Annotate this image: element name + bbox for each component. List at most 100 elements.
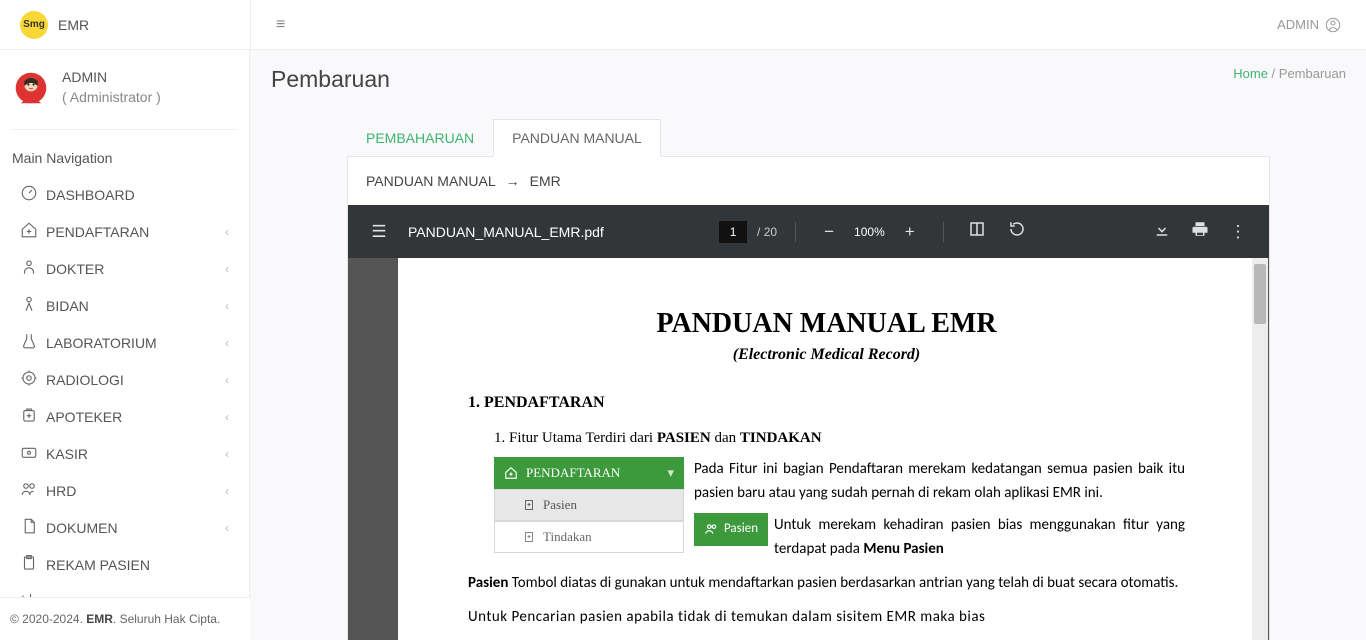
sidebar-user-name: ADMIN — [62, 68, 161, 88]
pdf-zoom-level: 100% — [854, 225, 885, 239]
nav-label: KASIR — [46, 446, 225, 462]
zoom-in-icon[interactable]: + — [895, 222, 925, 242]
sidebar-item-radiologi[interactable]: RADIOLOGI‹ — [0, 361, 249, 398]
panel-header: PANDUAN MANUAL → EMR — [348, 157, 1269, 205]
sidebar-item-laboratorium[interactable]: LABORATORIUM‹ — [0, 324, 249, 361]
fit-page-icon[interactable] — [962, 220, 992, 243]
sidebar-item-kasir[interactable]: KASIR‹ — [0, 435, 249, 472]
nav-label: APOTEKER — [46, 409, 225, 425]
patient-record-icon — [20, 554, 46, 575]
footer: © 2020-2024. EMR. Seluruh Hak Cipta. — [0, 597, 250, 640]
pdf-menu-icon[interactable]: ☰ — [364, 222, 394, 242]
scrollbar[interactable] — [1252, 258, 1268, 640]
hrd-icon — [20, 480, 46, 501]
panel-header-1: PANDUAN MANUAL — [366, 173, 496, 189]
chevron-left-icon: ‹ — [225, 336, 229, 350]
fig-pasien-button: Pasien — [694, 513, 768, 546]
doc-paragraph-1: Pada Fitur ini bagian Pendaftaran mereka… — [694, 457, 1185, 561]
tab-panduan-manual[interactable]: PANDUAN MANUAL — [493, 119, 661, 157]
tab-pembaharuan[interactable]: PEMBAHARUAN — [347, 119, 493, 157]
nav-section-title: Main Navigation — [0, 134, 249, 176]
print-icon[interactable] — [1185, 220, 1215, 243]
avatar — [14, 71, 48, 105]
topbar: Smg EMR ≡ ADMIN — [0, 0, 1366, 50]
sidebar-item-dashboard[interactable]: DASHBOARD — [0, 176, 249, 213]
nav-label: LABORATORIUM — [46, 335, 225, 351]
cashier-icon — [20, 443, 46, 464]
chevron-left-icon: ‹ — [225, 262, 229, 276]
sidebar-item-rekam-pasien[interactable]: REKAM PASIEN — [0, 546, 249, 583]
user-menu-label: ADMIN — [1277, 17, 1319, 32]
chevron-left-icon: ‹ — [225, 410, 229, 424]
doctor-icon — [20, 258, 46, 279]
sidebar-item-apoteker[interactable]: APOTEKER‹ — [0, 398, 249, 435]
nav-label: DOKUMEN — [46, 520, 225, 536]
nav-label: HRD — [46, 483, 225, 499]
user-menu[interactable]: ADMIN — [1277, 17, 1341, 33]
breadcrumb-current: Pembaruan — [1279, 66, 1346, 81]
nav-label: RADIOLOGI — [46, 372, 225, 388]
breadcrumb-sep: / — [1268, 66, 1279, 81]
sidebar-item-hrd[interactable]: HRD‹ — [0, 472, 249, 509]
topbar-left: Smg EMR — [0, 11, 250, 39]
footer-text-post: . Seluruh Hak Cipta. — [113, 612, 220, 626]
divider — [943, 222, 944, 242]
pdf-viewport[interactable]: PANDUAN MANUAL EMR (Electronic Medical R… — [348, 258, 1269, 640]
breadcrumb: Home / Pembaruan — [1233, 66, 1346, 81]
more-icon[interactable]: ⋮ — [1223, 222, 1253, 242]
document-icon — [20, 517, 46, 538]
sidebar-item-dokter[interactable]: DOKTER‹ — [0, 250, 249, 287]
sidebar-user-block: ADMIN ( Administrator ) — [0, 50, 249, 125]
chevron-left-icon: ‹ — [225, 299, 229, 313]
doc-list-item-1: 1. Fitur Utama Terdiri dari PASIEN dan T… — [494, 430, 1185, 447]
pharmacy-icon — [20, 406, 46, 427]
sidebar-toggle-icon[interactable]: ≡ — [276, 16, 285, 34]
doc-subtitle: (Electronic Medical Record) — [468, 346, 1185, 364]
footer-text-strong: EMR — [86, 612, 113, 626]
divider — [795, 222, 796, 242]
main: Pembaruan Home / Pembaruan PEMBAHARUAN P… — [251, 50, 1366, 640]
main-header: Pembaruan Home / Pembaruan — [251, 50, 1366, 93]
sidebar-item-pendaftaran[interactable]: PENDAFTARAN‹ — [0, 213, 249, 250]
nav-label: BIDAN — [46, 298, 225, 314]
topbar-right: ≡ ADMIN — [250, 0, 1366, 49]
chevron-down-icon: ▾ — [667, 465, 674, 481]
sidebar-item-dokumen[interactable]: DOKUMEN‹ — [0, 509, 249, 546]
chevron-left-icon: ‹ — [225, 521, 229, 535]
sidebar: ADMIN ( Administrator ) Main Navigation … — [0, 50, 250, 640]
doc-figure-row: PENDAFTARAN ▾ Pasien Tindakan — [494, 457, 1185, 561]
zoom-out-icon[interactable]: − — [814, 222, 844, 242]
dashboard-icon — [20, 184, 46, 205]
scrollbar-thumb[interactable] — [1254, 264, 1266, 324]
pdf-filename: PANDUAN_MANUAL_EMR.pdf — [408, 224, 604, 240]
pdf-page-total: / 20 — [757, 225, 777, 239]
fig-row-pasien: Pasien — [494, 489, 684, 521]
user-circle-icon — [1325, 17, 1341, 33]
doc-figure-sidebar: PENDAFTARAN ▾ Pasien Tindakan — [494, 457, 684, 561]
midwife-icon — [20, 295, 46, 316]
lab-icon — [20, 332, 46, 353]
fig-row-tindakan: Tindakan — [494, 521, 684, 553]
chevron-left-icon: ‹ — [225, 225, 229, 239]
download-icon[interactable] — [1147, 220, 1177, 243]
pdf-toolbar-center: / 20 − 100% + — [604, 220, 1147, 243]
footer-text-pre: © 2020-2024. — [10, 612, 86, 626]
sidebar-user-info: ADMIN ( Administrator ) — [62, 68, 161, 107]
chevron-left-icon: ‹ — [225, 373, 229, 387]
sidebar-item-bidan[interactable]: BIDAN‹ — [0, 287, 249, 324]
nav-label: DOKTER — [46, 261, 225, 277]
doc-title: PANDUAN MANUAL EMR — [468, 308, 1185, 340]
breadcrumb-home[interactable]: Home — [1233, 66, 1268, 81]
panel-header-2: EMR — [530, 173, 561, 189]
divider — [12, 129, 237, 130]
home-plus-icon — [20, 221, 46, 242]
doc-paragraph-3: Untuk Pencarian pasien apabila tidak di … — [468, 605, 1185, 629]
rotate-icon[interactable] — [1002, 220, 1032, 243]
tabs: PEMBAHARUAN PANDUAN MANUAL — [347, 119, 1346, 157]
pdf-toolbar-right: ⋮ — [1147, 220, 1253, 243]
pdf-page-input[interactable] — [719, 221, 747, 243]
app-logo: Smg — [20, 11, 48, 39]
nav-label: DASHBOARD — [46, 187, 229, 203]
chevron-left-icon: ‹ — [225, 484, 229, 498]
doc-paragraph-2: Pasien Tombol diatas di gunakan untuk me… — [468, 571, 1185, 595]
